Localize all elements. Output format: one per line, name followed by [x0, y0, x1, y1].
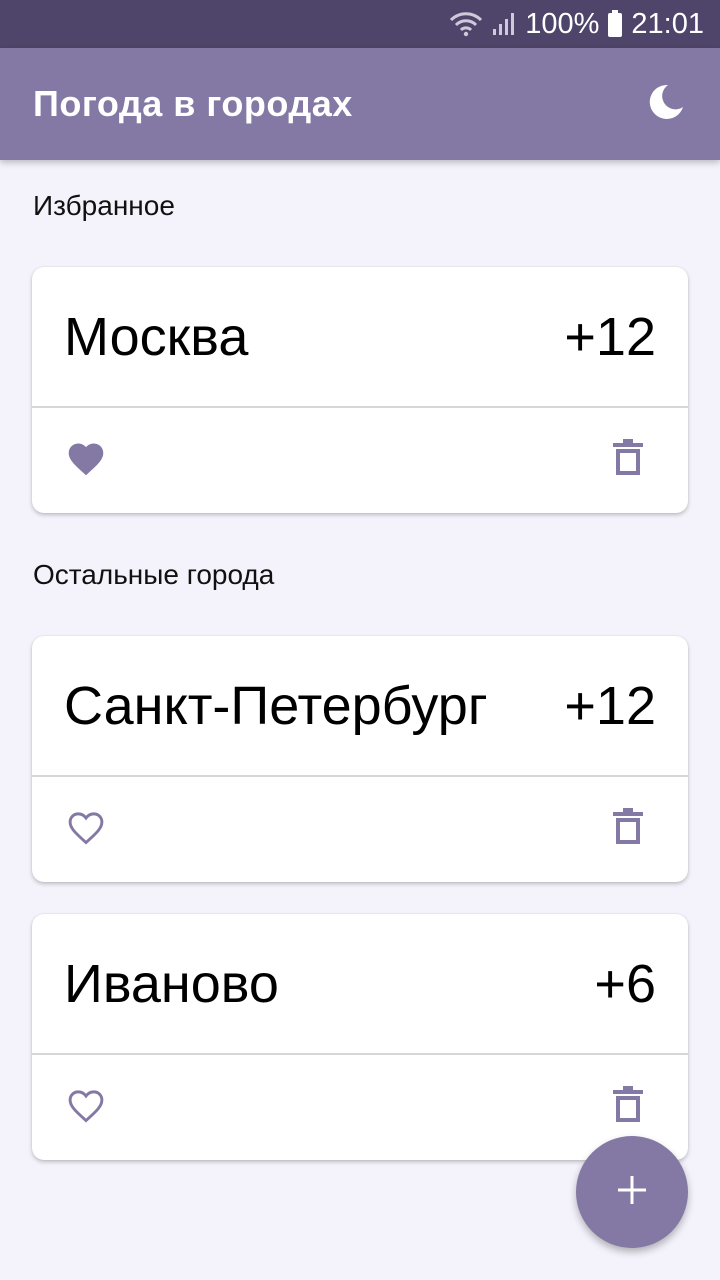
battery-percent: 100%	[525, 7, 600, 40]
city-card-header: Москва +12	[32, 267, 688, 408]
favorite-button[interactable]	[62, 1084, 110, 1132]
favorites-section-title: Избранное	[33, 190, 175, 221]
trash-icon	[613, 439, 643, 482]
city-name: Иваново	[64, 953, 279, 1014]
city-card-actions	[32, 1055, 688, 1160]
city-card[interactable]: Москва +12	[32, 267, 688, 513]
heart-filled-icon	[65, 439, 107, 482]
theme-toggle-button[interactable]	[638, 76, 694, 132]
city-card-actions	[32, 408, 688, 513]
moon-icon	[646, 82, 686, 127]
city-temperature: +6	[594, 953, 656, 1014]
wifi-icon	[449, 11, 483, 37]
city-card-actions	[32, 777, 688, 882]
city-card[interactable]: Санкт-Петербург +12	[32, 636, 688, 882]
delete-button[interactable]	[604, 437, 652, 485]
city-name: Санкт-Петербург	[64, 675, 488, 736]
city-card[interactable]: Иваново +6	[32, 914, 688, 1160]
app-bar: Погода в городах	[0, 48, 720, 160]
favorite-button[interactable]	[62, 806, 110, 854]
city-card-header: Иваново +6	[32, 914, 688, 1055]
clock: 21:01	[631, 7, 704, 40]
other-cities-section-title: Остальные города	[33, 559, 275, 590]
signal-icon	[491, 11, 517, 37]
plus-icon	[616, 1174, 648, 1211]
app-title: Погода в городах	[33, 83, 353, 124]
delete-button[interactable]	[604, 1084, 652, 1132]
heart-outline-icon	[65, 1086, 107, 1129]
city-temperature: +12	[564, 306, 656, 367]
city-name: Москва	[64, 306, 249, 367]
status-bar: 100% 21:01	[0, 0, 720, 48]
trash-icon	[613, 808, 643, 851]
trash-icon	[613, 1086, 643, 1129]
city-temperature: +12	[564, 675, 656, 736]
favorite-button[interactable]	[62, 437, 110, 485]
city-card-header: Санкт-Петербург +12	[32, 636, 688, 777]
heart-outline-icon	[65, 808, 107, 851]
delete-button[interactable]	[604, 806, 652, 854]
battery-icon	[607, 10, 623, 38]
add-city-button[interactable]	[576, 1136, 688, 1248]
